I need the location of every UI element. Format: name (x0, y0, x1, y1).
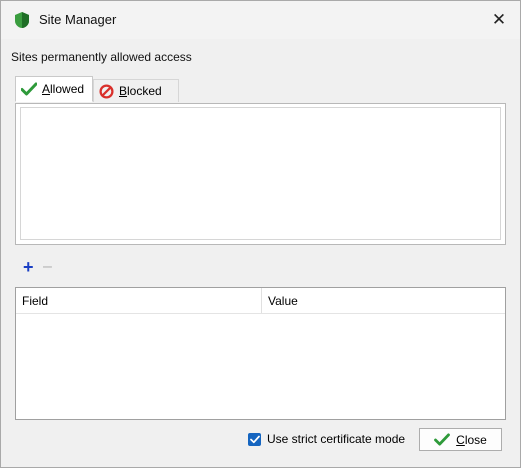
sites-list[interactable] (20, 107, 501, 240)
title-bar: Site Manager ✕ (1, 1, 520, 39)
close-button[interactable]: Close (419, 428, 502, 451)
sites-list-panel (15, 103, 506, 245)
window-title: Site Manager (39, 12, 117, 27)
strict-certificate-label: Use strict certificate mode (267, 432, 406, 446)
close-button-label: Close (456, 432, 487, 447)
strict-certificate-checkbox[interactable] (248, 432, 261, 446)
window-close-button[interactable]: ✕ (484, 5, 514, 35)
section-label: Sites permanently allowed access (11, 50, 192, 64)
tab-allowed[interactable]: Allowed (15, 76, 93, 102)
table-header: Field Value (16, 288, 505, 314)
column-header-value[interactable]: Value (262, 288, 505, 313)
checkmark-icon (249, 435, 260, 443)
details-table: Field Value (15, 287, 506, 420)
add-site-button[interactable]: + (23, 257, 34, 277)
remove-site-button[interactable]: – (43, 257, 52, 277)
column-header-field[interactable]: Field (16, 288, 262, 313)
green-check-icon (434, 433, 451, 446)
green-check-icon (21, 82, 37, 96)
strict-certificate-option[interactable]: Use strict certificate mode (248, 432, 405, 446)
tab-allowed-label: Allowed (42, 82, 85, 96)
blocked-icon (99, 83, 114, 99)
app-shield-icon (15, 12, 29, 28)
tab-blocked-label: Blocked (119, 84, 162, 98)
tab-blocked[interactable]: Blocked (93, 79, 179, 102)
site-manager-window: Site Manager ✕ Sites permanently allowed… (0, 0, 521, 468)
